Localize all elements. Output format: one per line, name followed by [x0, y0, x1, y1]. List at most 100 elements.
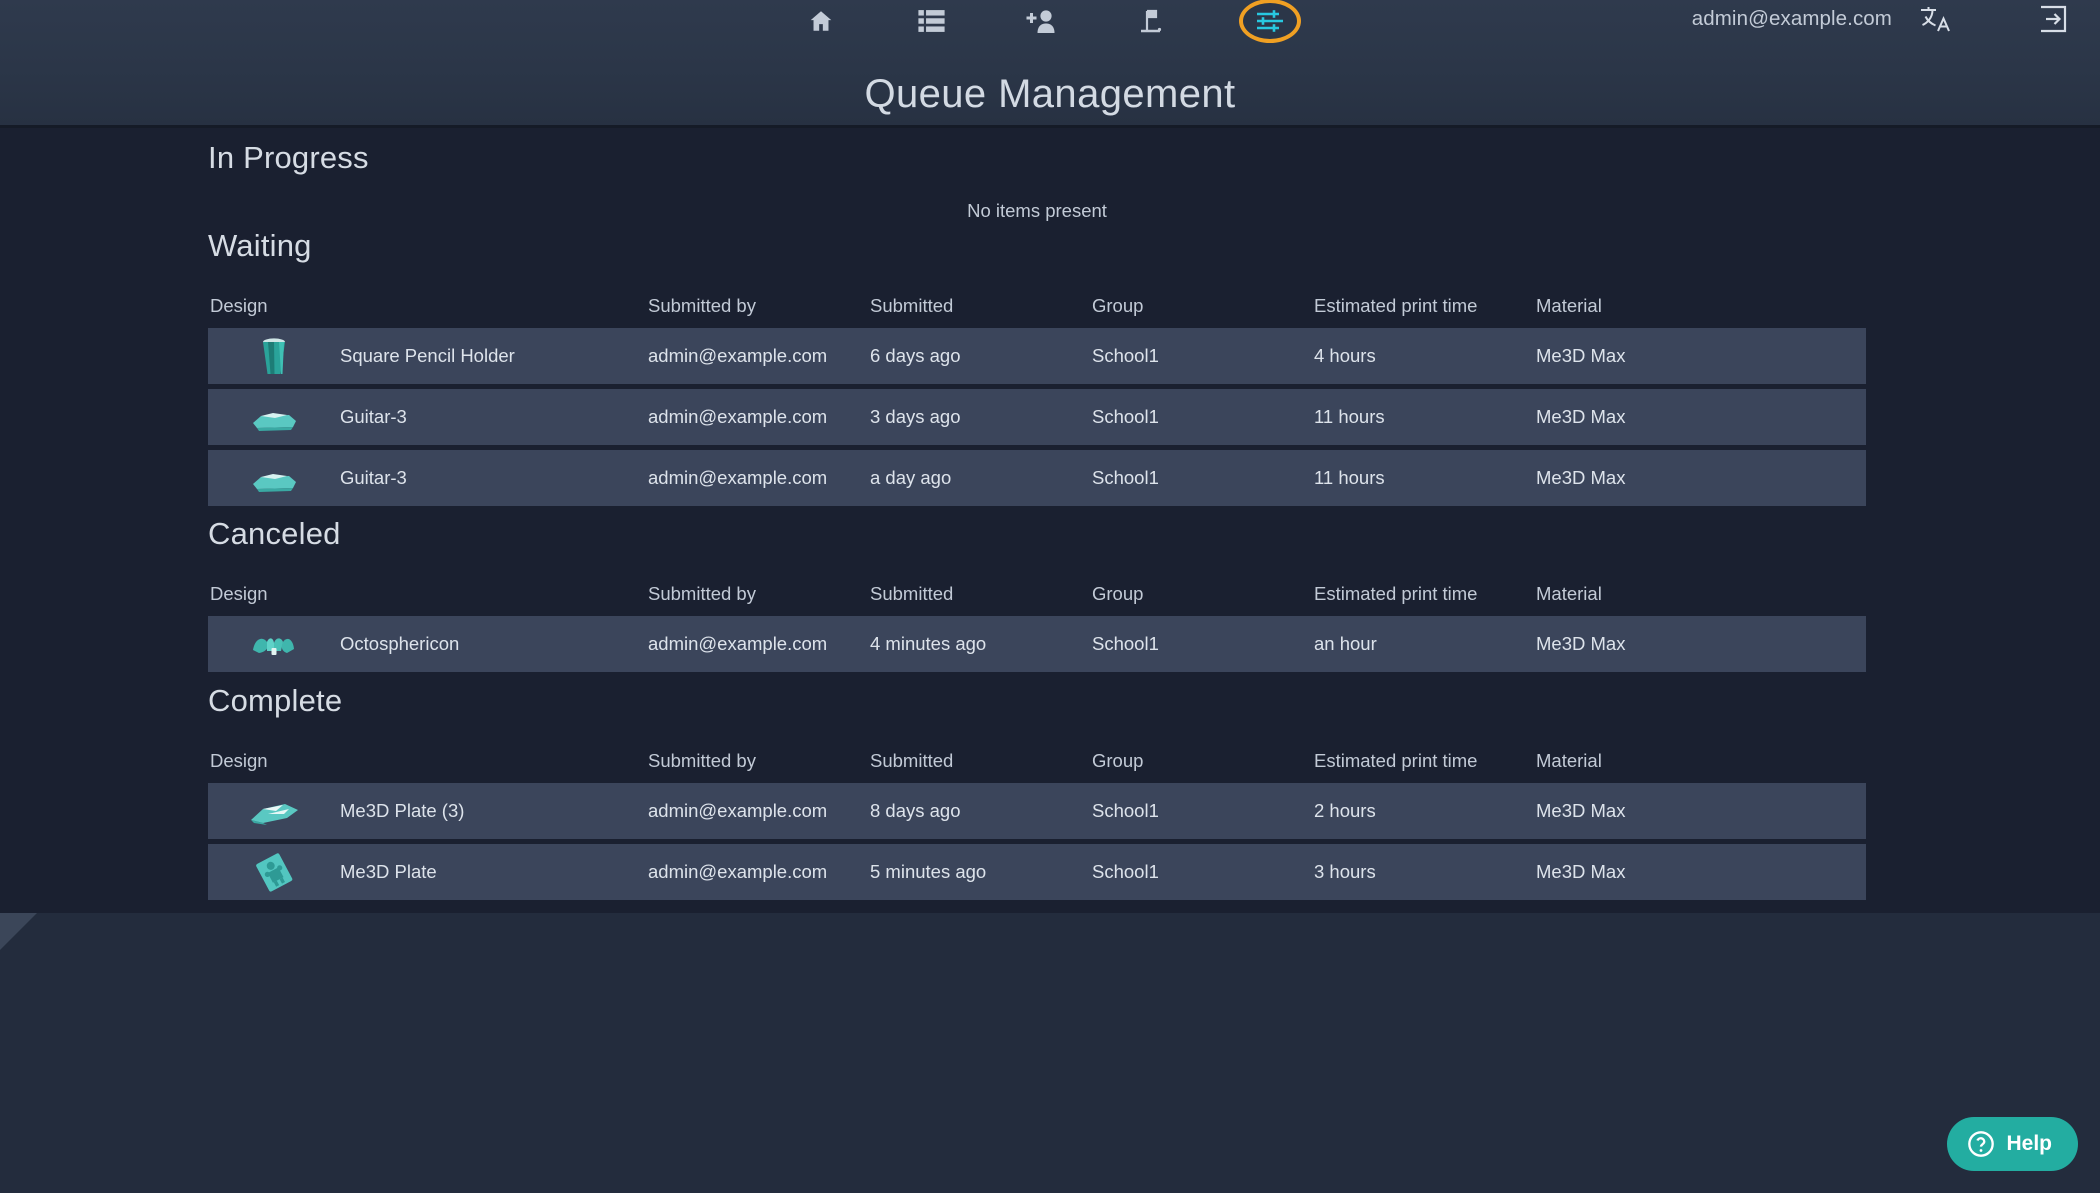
design-name: Guitar-3: [340, 406, 407, 427]
cell-submitted-by: admin@example.com: [648, 861, 828, 882]
table-header-row: Design Submitted by Submitted Group Estimate…: [208, 284, 1866, 328]
main-content: In Progress No items present Waiting Design…: [0, 128, 2100, 913]
design-name: Square Pencil Holder: [340, 345, 515, 366]
table-header-row: Design Submitted by Submitted Group Estimate…: [208, 572, 1866, 616]
table-header-row: Design Submitted by Submitted Group Estimate…: [208, 739, 1866, 783]
home-icon: [807, 8, 835, 34]
cell-estimated-print-time: 3 hours: [1314, 861, 1376, 882]
design-cell: Square Pencil Holder: [208, 335, 648, 377]
section-title: In Progress: [208, 140, 369, 175]
cell-material: Me3D Max: [1536, 861, 1626, 882]
section-title: Complete: [208, 683, 343, 718]
column-header: Material: [1536, 295, 1602, 316]
column-header: Submitted by: [648, 750, 756, 771]
design-cell: Guitar-3: [208, 457, 648, 499]
queue-section: In Progress No items present: [208, 140, 1866, 222]
nav-queue-management-button[interactable]: [1239, 0, 1301, 43]
column-header: Design: [210, 750, 268, 771]
queue-section: Canceled Design Submitted by Submitted Group…: [208, 516, 1866, 677]
column-header: Group: [1092, 750, 1144, 771]
design-name: Guitar-3: [340, 467, 407, 488]
cell-material: Me3D Max: [1536, 633, 1626, 654]
column-header: Estimated print time: [1314, 583, 1478, 604]
me3d-plate-3-thumbnail: [208, 790, 340, 832]
help-label: Help: [2006, 1132, 2052, 1155]
column-header: Material: [1536, 750, 1602, 771]
column-header: Group: [1092, 583, 1144, 604]
cell-group: School1: [1092, 633, 1159, 654]
cell-submitted-by: admin@example.com: [648, 467, 828, 488]
nav-printers-button[interactable]: [1129, 0, 1173, 42]
translate-button[interactable]: [1917, 4, 1955, 38]
cell-group: School1: [1092, 467, 1159, 488]
column-header: Material: [1536, 583, 1602, 604]
translate-icon: [1919, 4, 1953, 39]
cell-submitted: a day ago: [870, 467, 952, 488]
question-mark-circle-icon: [1967, 1130, 1995, 1158]
column-header: Design: [210, 583, 268, 604]
design-name: Me3D Plate: [340, 861, 437, 882]
cell-estimated-print-time: 2 hours: [1314, 800, 1376, 821]
cell-submitted-by: admin@example.com: [648, 633, 828, 654]
cell-submitted: 6 days ago: [870, 345, 961, 366]
nav-add-user-button[interactable]: [1019, 0, 1063, 42]
cell-submitted-by: admin@example.com: [648, 345, 828, 366]
guitar-thumbnail: [208, 457, 340, 499]
column-header: Submitted by: [648, 295, 756, 316]
queue-management-page: admin@example.com Queue Management In Pr…: [0, 0, 2100, 1193]
cell-group: School1: [1092, 345, 1159, 366]
logout-button[interactable]: [2034, 4, 2072, 38]
queue-table: Design Submitted by Submitted Group Estimate…: [208, 739, 1866, 900]
cell-estimated-print-time: 11 hours: [1314, 406, 1385, 427]
table-row[interactable]: Guitar-3 admin@example.com 3 days ago Schoo…: [208, 389, 1866, 445]
column-header: Submitted by: [648, 583, 756, 604]
add-user-icon: [1026, 9, 1056, 34]
queue-section: Complete Design Submitted by Submitted Group…: [208, 683, 1866, 905]
section-title: Waiting: [208, 228, 312, 263]
cell-estimated-print-time: an hour: [1314, 633, 1377, 654]
logout-icon: [2038, 4, 2068, 39]
cell-group: School1: [1092, 800, 1159, 821]
me3d-plate-thumbnail: [208, 851, 340, 893]
queue-section: Waiting Design Submitted by Submitted Group E…: [208, 228, 1866, 511]
column-header: Estimated print time: [1314, 295, 1478, 316]
nav-home-button[interactable]: [799, 0, 843, 42]
cell-material: Me3D Max: [1536, 406, 1626, 427]
cell-estimated-print-time: 4 hours: [1314, 345, 1376, 366]
column-header: Design: [210, 295, 268, 316]
queue-table: Design Submitted by Submitted Group Estimate…: [208, 284, 1866, 506]
column-header: Estimated print time: [1314, 750, 1478, 771]
cell-submitted: 3 days ago: [870, 406, 961, 427]
table-row[interactable]: Me3D Plate admin@example.com 5 minutes ago…: [208, 844, 1866, 900]
table-row[interactable]: Guitar-3 admin@example.com a day ago School…: [208, 450, 1866, 506]
pencil-holder-thumbnail: [208, 335, 340, 377]
user-email-label: admin@example.com: [1691, 7, 1892, 30]
page-title: Queue Management: [864, 72, 1236, 116]
cell-submitted-by: admin@example.com: [648, 406, 828, 427]
column-header: Submitted: [870, 750, 954, 771]
cell-material: Me3D Max: [1536, 345, 1626, 366]
design-cell: Me3D Plate: [208, 851, 648, 893]
cell-submitted-by: admin@example.com: [648, 800, 828, 821]
help-button[interactable]: Help: [1947, 1117, 2078, 1171]
column-header: Submitted: [870, 295, 954, 316]
design-name: Octosphericon: [340, 633, 460, 654]
column-header: Group: [1092, 295, 1144, 316]
tuning-icon: [1255, 8, 1285, 34]
cell-group: School1: [1092, 861, 1159, 882]
empty-state-message: No items present: [967, 200, 1107, 221]
section-title: Canceled: [208, 516, 341, 551]
guitar-thumbnail: [208, 396, 340, 438]
octosphericon-thumbnail: [208, 623, 340, 665]
flag-icon: [1138, 8, 1164, 34]
table-row[interactable]: Me3D Plate (3) admin@example.com 8 days ag…: [208, 783, 1866, 839]
cell-submitted: 5 minutes ago: [870, 861, 987, 882]
cell-estimated-print-time: 11 hours: [1314, 467, 1385, 488]
design-cell: Guitar-3: [208, 396, 648, 438]
table-row[interactable]: Square Pencil Holder admin@example.com 6 d…: [208, 328, 1866, 384]
design-cell: Me3D Plate (3): [208, 790, 648, 832]
nav-designs-button[interactable]: [909, 0, 953, 42]
table-row[interactable]: Octosphericon admin@example.com 4 minutes …: [208, 616, 1866, 672]
cell-submitted: 4 minutes ago: [870, 633, 987, 654]
cell-material: Me3D Max: [1536, 467, 1626, 488]
